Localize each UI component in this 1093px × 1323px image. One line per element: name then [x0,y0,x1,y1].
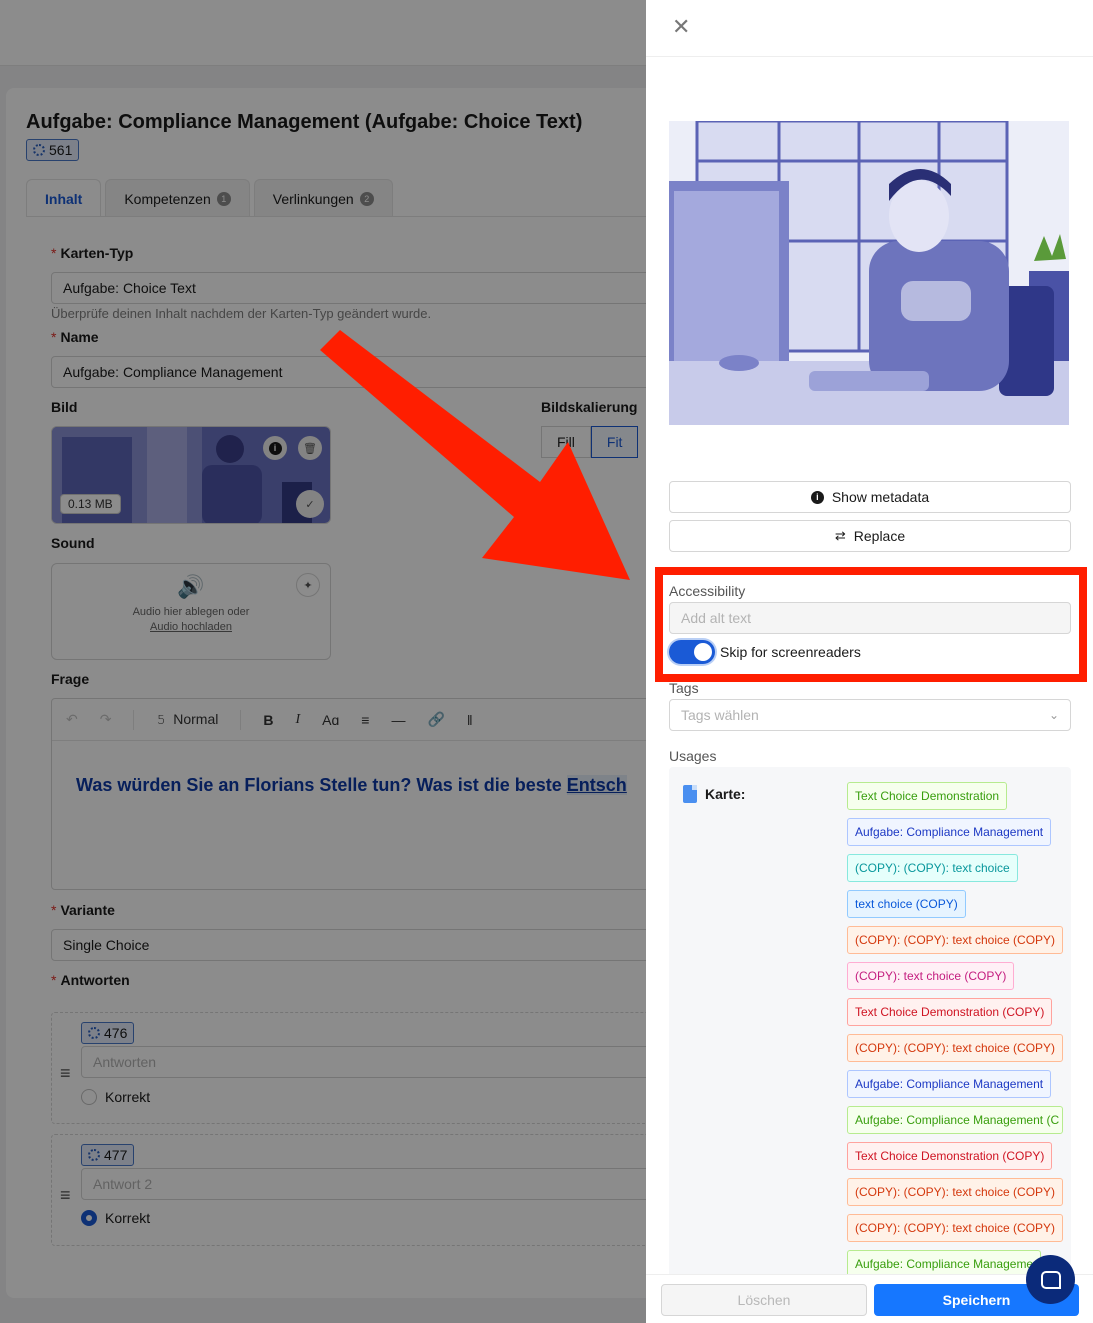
usage-chip[interactable]: (COPY): (COPY): text choice (COPY) [847,926,1063,954]
tags-select[interactable]: Tags wählen ⌄ [669,699,1071,731]
document-icon [683,785,697,803]
close-icon[interactable]: ✕ [672,16,690,38]
drawer-header: ✕ [646,0,1093,57]
usage-chip[interactable]: (COPY): (COPY): text choice [847,854,1018,882]
usage-chip[interactable]: Aufgabe: Compliance Management [847,818,1052,846]
show-metadata-button[interactable]: i Show metadata [669,481,1071,513]
usage-chip[interactable]: Text Choice Demonstration (COPY) [847,1142,1053,1170]
chevron-down-icon: ⌄ [1048,708,1059,722]
usage-chip[interactable]: Aufgabe: Compliance Management (C [847,1106,1063,1134]
karte-heading: Karte: [683,785,745,803]
chat-launcher-button[interactable] [1026,1255,1075,1304]
usage-chip[interactable]: (COPY): (COPY): text choice (COPY) [847,1178,1063,1206]
info-icon: i [810,490,824,504]
usage-chip[interactable]: text choice (COPY) [847,890,966,918]
replace-label: Replace [853,528,906,544]
usage-chip[interactable]: Text Choice Demonstration [847,782,1008,810]
modal-mask[interactable] [0,0,646,1323]
replace-button[interactable]: ⇄ Replace [669,520,1071,552]
usages-panel: Karte: Text Choice Demonstration Aufgabe:… [669,767,1071,1287]
usage-chip[interactable]: (COPY): (COPY): text choice (COPY) [847,1034,1063,1062]
red-highlight-box [655,567,1087,682]
red-arrow-annotation [320,330,630,580]
usage-chip[interactable]: (COPY): (COPY): text choice (COPY) [847,1214,1063,1242]
tags-label: Tags [669,680,699,696]
refresh-icon: ⇄ [834,528,846,543]
chat-bubble-icon [1040,1270,1061,1289]
delete-button[interactable]: Löschen [661,1284,867,1316]
usage-chip[interactable]: Aufgabe: Compliance Management [847,1070,1052,1098]
karte-label: Karte: [705,786,746,802]
show-metadata-label: Show metadata [831,489,930,505]
usage-chip[interactable]: (COPY): text choice (COPY) [847,962,1015,990]
usages-label: Usages [669,748,717,764]
tags-placeholder: Tags wählen [681,707,759,723]
image-preview [669,121,1069,425]
usage-chip[interactable]: Text Choice Demonstration (COPY) [847,998,1053,1026]
